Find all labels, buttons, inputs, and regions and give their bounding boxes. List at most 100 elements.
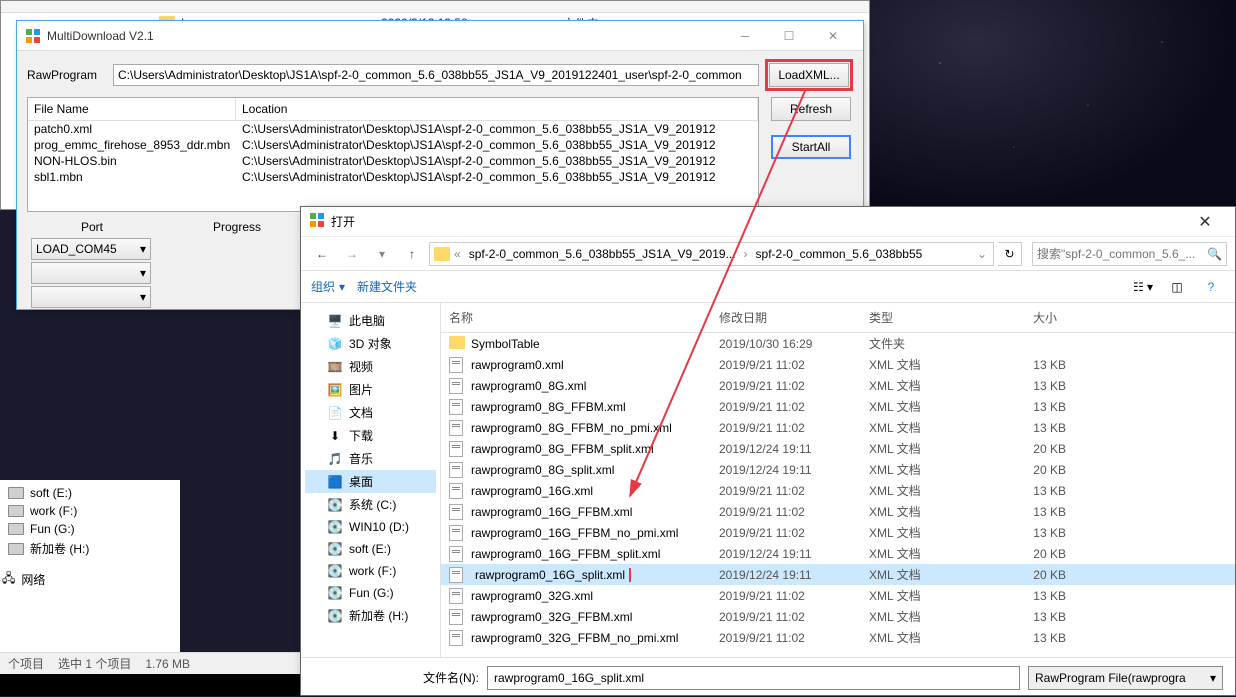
file-row[interactable]: rawprogram0_8G_FFBM.xml2019/9/21 11:02XM… xyxy=(441,396,1235,417)
drive-icon xyxy=(8,505,24,517)
drive-item[interactable]: soft (E:) xyxy=(8,484,172,502)
desktop-icon: 🟦 xyxy=(327,474,343,490)
tree-item[interactable]: 💽新加卷 (H:) xyxy=(305,604,436,627)
chevron-down-icon: ▾ xyxy=(1210,671,1216,685)
drive-icon: 💽 xyxy=(327,497,343,513)
chevron-down-icon: ▾ xyxy=(339,280,345,294)
drive-item[interactable]: work (F:) xyxy=(8,502,172,520)
drive-icon: 💽 xyxy=(327,541,343,557)
tree-item[interactable]: 🟦桌面 xyxy=(305,470,436,493)
minimize-button[interactable]: ─ xyxy=(723,22,767,50)
filename-input[interactable] xyxy=(487,666,1020,690)
drive-item[interactable]: 新加卷 (H:) xyxy=(8,538,172,559)
view-details-icon[interactable]: ☷ ▾ xyxy=(1129,275,1157,299)
file-row[interactable]: rawprogram0_32G.xml2019/9/21 11:02XML 文档… xyxy=(441,585,1235,606)
xml-file-icon xyxy=(449,399,463,415)
file-row[interactable]: rawprogram0_16G_FFBM.xml2019/9/21 11:02X… xyxy=(441,501,1235,522)
port-combo-0[interactable]: LOAD_COM45▾ xyxy=(31,238,151,260)
tree-item[interactable]: 🖥️此电脑 xyxy=(305,309,436,332)
file-row[interactable]: rawprogram0_32G_FFBM_no_pmi.xml2019/9/21… xyxy=(441,627,1235,648)
tree-item[interactable]: 🎞️视频 xyxy=(305,355,436,378)
chevron-down-icon[interactable]: ⌄ xyxy=(975,247,989,261)
file-row[interactable]: rawprogram0_32G_FFBM.xml2019/9/21 11:02X… xyxy=(441,606,1235,627)
file-row[interactable]: SymbolTable2019/10/30 16:29文件夹 xyxy=(441,333,1235,354)
titlebar[interactable]: MultiDownload V2.1 ─ ☐ ✕ xyxy=(17,21,863,51)
breadcrumb-item[interactable]: spf-2-0_common_5.6_038bb55_JS1A_V9_2019.… xyxy=(465,247,740,261)
network-label[interactable]: 网络 xyxy=(21,571,45,588)
up-button[interactable]: ↑ xyxy=(399,241,425,267)
tree-item[interactable]: 🎵音乐 xyxy=(305,447,436,470)
header-name[interactable]: 名称 xyxy=(441,303,711,332)
back-button[interactable]: ← xyxy=(309,241,335,267)
tree-item[interactable]: ⬇下载 xyxy=(305,424,436,447)
video-icon: 🎞️ xyxy=(327,359,343,375)
th-filename[interactable]: File Name xyxy=(28,98,236,120)
file-list[interactable]: 名称 修改日期 类型 大小 SymbolTable2019/10/30 16:2… xyxy=(441,303,1235,657)
tree-item[interactable]: 🧊3D 对象 xyxy=(305,332,436,355)
tree-item[interactable]: 🖼️图片 xyxy=(305,378,436,401)
tree-item[interactable]: 💽soft (E:) xyxy=(305,538,436,560)
table-row[interactable]: patch0.xmlC:\Users\Administrator\Desktop… xyxy=(28,121,758,137)
port-combo-1[interactable]: ▾ xyxy=(31,262,151,284)
maximize-button[interactable]: ☐ xyxy=(767,22,811,50)
filetype-filter[interactable]: RawProgram File(rawprogra▾ xyxy=(1028,666,1223,690)
file-row[interactable]: rawprogram0_16G.xml2019/9/21 11:02XML 文档… xyxy=(441,480,1235,501)
xml-file-icon xyxy=(449,462,463,478)
docs-icon: 📄 xyxy=(327,405,343,421)
status-size: 1.76 MB xyxy=(145,657,190,671)
dialog-titlebar[interactable]: 打开 ✕ xyxy=(301,207,1235,237)
close-button[interactable]: ✕ xyxy=(811,22,855,50)
status-bar: 个项目 选中 1 个项目 1.76 MB xyxy=(0,652,300,674)
table-row[interactable]: sbl1.mbnC:\Users\Administrator\Desktop\J… xyxy=(28,169,758,185)
organize-button[interactable]: 组织 ▾ xyxy=(311,278,345,295)
file-row[interactable]: rawprogram0_8G_FFBM_split.xml2019/12/24 … xyxy=(441,438,1235,459)
table-row[interactable]: prog_emmc_firehose_8953_ddr.mbnC:\Users\… xyxy=(28,137,758,153)
rawprogram-input[interactable] xyxy=(113,64,759,86)
window-title: MultiDownload V2.1 xyxy=(47,29,723,43)
preview-pane-icon[interactable]: ◫ xyxy=(1163,275,1191,299)
tree-item[interactable]: 💽work (F:) xyxy=(305,560,436,582)
toolbar: 组织 ▾ 新建文件夹 ☷ ▾ ◫ ? xyxy=(301,271,1235,303)
file-row[interactable]: rawprogram0_8G.xml2019/9/21 11:02XML 文档1… xyxy=(441,375,1235,396)
new-folder-button[interactable]: 新建文件夹 xyxy=(357,278,417,295)
refresh-button[interactable]: Refresh xyxy=(771,97,851,121)
close-button[interactable]: ✕ xyxy=(1183,208,1227,236)
th-location[interactable]: Location xyxy=(236,98,758,120)
search-input[interactable] xyxy=(1037,247,1207,261)
tree-item[interactable]: 💽Fun (G:) xyxy=(305,582,436,604)
xml-file-icon xyxy=(449,483,463,499)
tree-item[interactable]: 💽系统 (C:) xyxy=(305,493,436,516)
file-row[interactable]: rawprogram0_16G_split.xml2019/12/24 19:1… xyxy=(441,564,1235,585)
folder-tree[interactable]: 🖥️此电脑🧊3D 对象🎞️视频🖼️图片📄文档⬇下载🎵音乐🟦桌面💽系统 (C:)💽… xyxy=(301,303,441,657)
breadcrumb-item[interactable]: spf-2-0_common_5.6_038bb55 xyxy=(752,247,927,261)
file-row[interactable]: rawprogram0_16G_FFBM_split.xml2019/12/24… xyxy=(441,543,1235,564)
forward-button[interactable]: → xyxy=(339,241,365,267)
xml-file-icon xyxy=(449,357,463,373)
search-box[interactable]: 🔍 xyxy=(1032,242,1227,266)
startall-button[interactable]: StartAll xyxy=(771,135,851,159)
app-icon xyxy=(309,212,325,231)
drive-icon xyxy=(8,543,24,555)
file-row[interactable]: rawprogram0_16G_FFBM_no_pmi.xml2019/9/21… xyxy=(441,522,1235,543)
header-size[interactable]: 大小 xyxy=(986,303,1066,332)
drive-item[interactable]: Fun (G:) xyxy=(8,520,172,538)
help-icon[interactable]: ? xyxy=(1197,275,1225,299)
tree-item[interactable]: 💽WIN10 (D:) xyxy=(305,516,436,538)
rawprogram-label: RawProgram xyxy=(27,68,107,82)
recent-button[interactable]: ▾ xyxy=(369,241,395,267)
folder-icon xyxy=(449,336,465,349)
header-type[interactable]: 类型 xyxy=(861,303,986,332)
loadxml-button[interactable]: LoadXML... xyxy=(769,63,849,87)
left-explorer-tree: soft (E:)work (F:)Fun (G:)新加卷 (H:) 🖧 网络 xyxy=(0,480,180,660)
file-row[interactable]: rawprogram0.xml2019/9/21 11:02XML 文档13 K… xyxy=(441,354,1235,375)
header-date[interactable]: 修改日期 xyxy=(711,303,861,332)
xml-file-icon xyxy=(449,609,463,625)
breadcrumb[interactable]: « spf-2-0_common_5.6_038bb55_JS1A_V9_201… xyxy=(429,242,994,266)
file-row[interactable]: rawprogram0_8G_FFBM_no_pmi.xml2019/9/21 … xyxy=(441,417,1235,438)
drive-icon: 💽 xyxy=(327,563,343,579)
refresh-button[interactable]: ↻ xyxy=(998,242,1022,266)
table-row[interactable]: NON-HLOS.binC:\Users\Administrator\Deskt… xyxy=(28,153,758,169)
tree-item[interactable]: 📄文档 xyxy=(305,401,436,424)
port-combo-2[interactable]: ▾ xyxy=(31,286,151,308)
file-row[interactable]: rawprogram0_8G_split.xml2019/12/24 19:11… xyxy=(441,459,1235,480)
